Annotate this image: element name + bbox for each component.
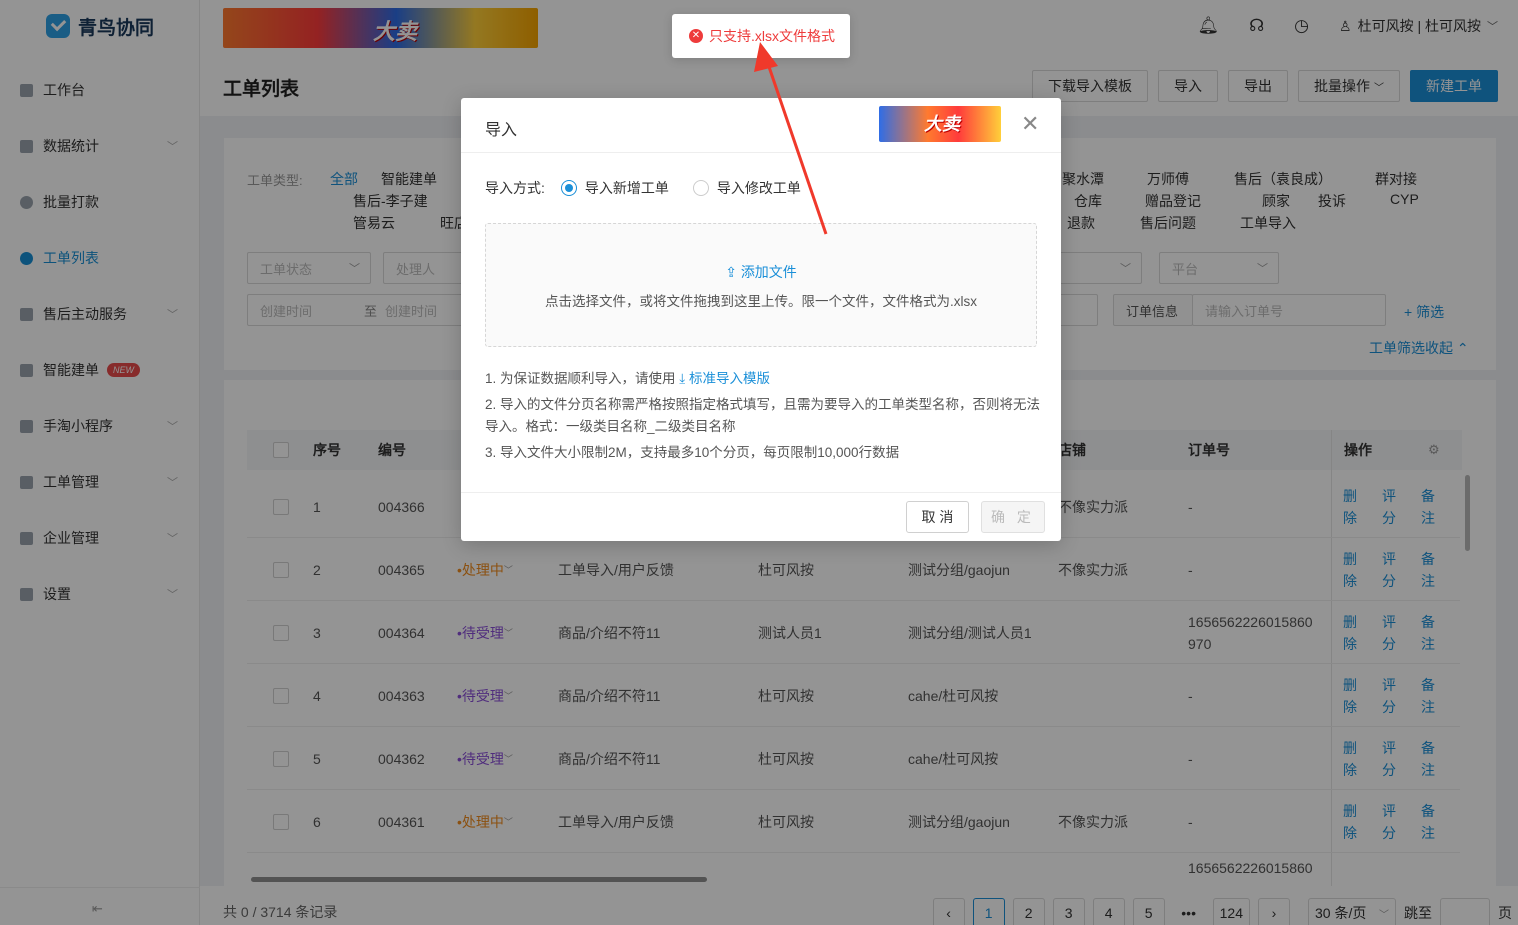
add-file-label: 添加文件: [740, 264, 797, 280]
radio-import-modify[interactable]: [692, 180, 709, 196]
dialog-footer: 取 消 确 定: [461, 492, 1061, 541]
add-file-link[interactable]: ⇪ 添加文件: [486, 262, 1036, 282]
import-mode-label: 导入方式:: [485, 180, 545, 196]
dialog-promo-banner[interactable]: 大卖: [879, 106, 1001, 142]
file-dropzone[interactable]: ⇪ 添加文件 点击选择文件，或将文件拖拽到这里上传。限一个文件，文件格式为.xl…: [485, 223, 1037, 347]
dialog-title: 导入: [485, 122, 518, 139]
import-mode-row: 导入方式: 导入新增工单 导入修改工单: [485, 178, 801, 198]
note-1-text: 1. 为保证数据顺利导入，请使用: [485, 371, 676, 386]
import-notes: 1. 为保证数据顺利导入，请使用 ⤓ 标准导入模版 2. 导入的文件分页名称需严…: [485, 368, 1040, 468]
cancel-button[interactable]: 取 消: [906, 501, 969, 533]
close-icon[interactable]: ✕: [1021, 113, 1039, 135]
note-2: 2. 导入的文件分页名称需严格按照指定格式填写，且需为要导入的工单类型名称，否则…: [485, 397, 1041, 434]
download-icon: ⤓: [679, 371, 689, 386]
standard-template-link[interactable]: ⤓ 标准导入模版: [679, 371, 770, 386]
dialog-banner-text: 大卖: [924, 114, 960, 134]
standard-template-label: 标准导入模版: [689, 371, 770, 386]
dialog-header: 导入 大卖 ✕: [461, 98, 1061, 153]
confirm-button[interactable]: 确 定: [981, 501, 1045, 533]
dropzone-hint: 点击选择文件，或将文件拖拽到这里上传。限一个文件，文件格式为.xlsx: [545, 294, 977, 309]
error-toast: ✕ 只支持.xlsx文件格式: [672, 14, 850, 58]
error-icon: ✕: [689, 29, 703, 43]
upload-icon: ⇪: [725, 264, 741, 280]
radio-import-new[interactable]: [560, 180, 577, 196]
radio-import-modify-label[interactable]: 导入修改工单: [717, 178, 801, 198]
note-1: 1. 为保证数据顺利导入，请使用 ⤓ 标准导入模版: [485, 368, 1040, 390]
import-dialog: 导入 大卖 ✕ 导入方式: 导入新增工单 导入修改工单 ⇪ 添加文件 点击选择文…: [461, 98, 1061, 541]
toast-message: 只支持.xlsx文件格式: [709, 28, 835, 44]
note-3: 3. 导入文件大小限制2M，支持最多10个分页，每页限制10,000行数据: [485, 445, 900, 460]
radio-import-new-label[interactable]: 导入新增工单: [585, 178, 669, 198]
